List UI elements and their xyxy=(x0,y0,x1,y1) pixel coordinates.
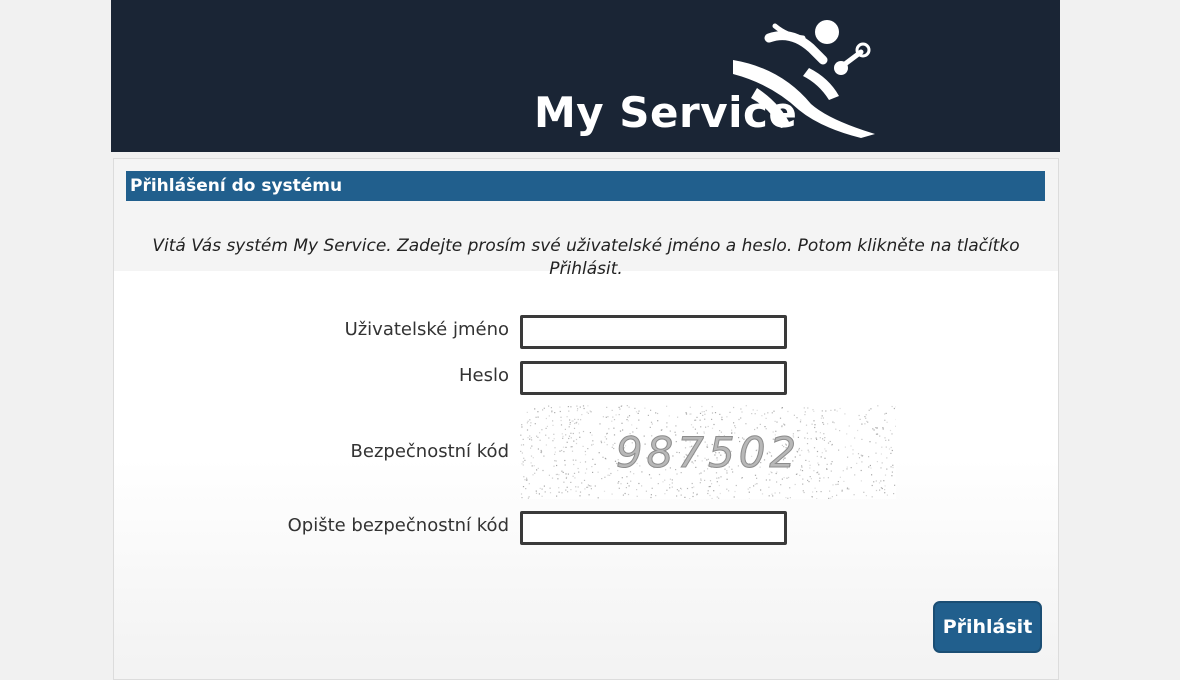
intro-text: Vitá Vás systém My Service. Zadejte pros… xyxy=(144,235,1028,281)
captcha-text: 987502 xyxy=(616,428,800,477)
username-label: Uživatelské jméno xyxy=(345,319,509,340)
captcha-input-label: Opište bezpečnostní kód xyxy=(288,515,509,536)
header-banner: My Service xyxy=(111,0,1060,152)
password-label: Heslo xyxy=(459,365,509,386)
login-panel: Přihlášení do systému Vitá Vás systém My… xyxy=(113,158,1059,680)
panel-title: Přihlášení do systému xyxy=(126,171,1045,201)
captcha-image: 987502 xyxy=(520,405,896,499)
captcha-label: Bezpečnostní kód xyxy=(351,441,509,462)
username-input[interactable] xyxy=(520,315,787,349)
login-button[interactable]: Přihlásit xyxy=(933,601,1042,653)
password-input[interactable] xyxy=(520,361,787,395)
captcha-input[interactable] xyxy=(520,511,787,545)
logo-text: My Service xyxy=(534,88,797,137)
